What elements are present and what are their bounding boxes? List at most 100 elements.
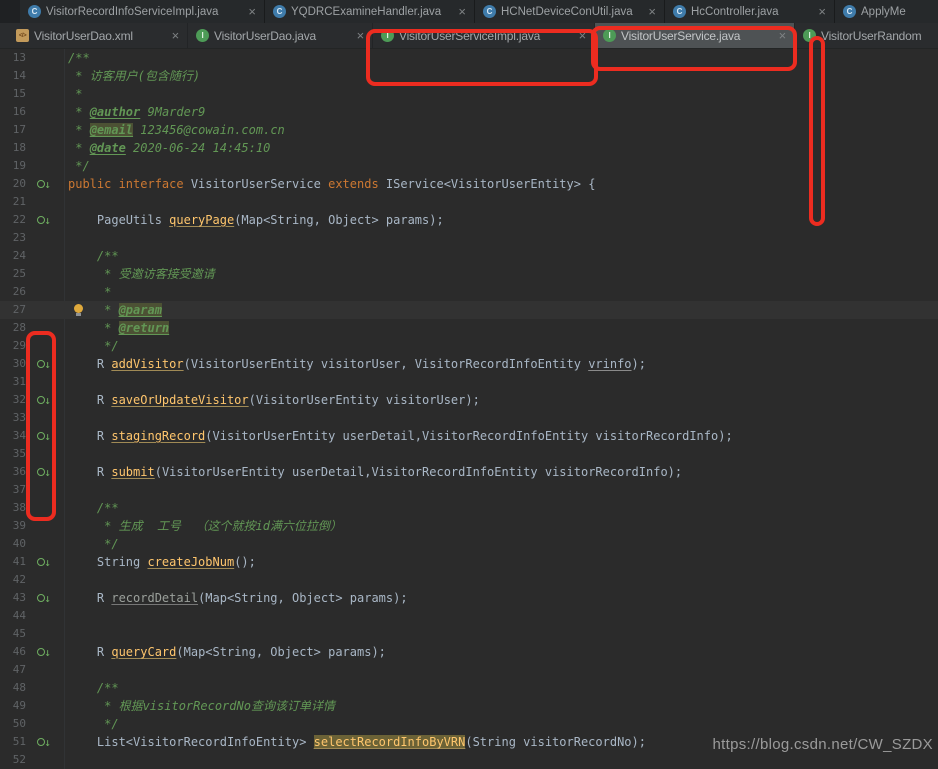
line-number: 23 bbox=[0, 229, 26, 247]
java-interface-icon: I bbox=[196, 29, 209, 42]
code-token: 123456@cowain.com.cn bbox=[133, 123, 285, 137]
code-line: 36↓ R submit(VisitorUserEntity userDetai… bbox=[0, 463, 938, 481]
code-token: * bbox=[68, 141, 90, 155]
implemented-marker-icon[interactable]: ↓ bbox=[37, 737, 51, 748]
gutter-cell: ↓ bbox=[26, 733, 62, 751]
code-text: * @author 9Marder9 bbox=[68, 103, 205, 121]
gutter-cell bbox=[26, 139, 62, 157]
code-token: /** bbox=[68, 51, 90, 65]
code-token: @author bbox=[90, 105, 141, 119]
implemented-marker-icon[interactable]: ↓ bbox=[37, 215, 51, 226]
code-token: * 受邀访客接受邀请 bbox=[68, 267, 215, 281]
editor-tab[interactable]: IVisitorUserService.java× bbox=[595, 23, 795, 48]
code-line: 19 */ bbox=[0, 157, 938, 175]
code-token: */ bbox=[68, 717, 119, 731]
tab-label: HcController.java bbox=[691, 6, 779, 18]
code-token: R bbox=[68, 357, 111, 371]
line-number: 33 bbox=[0, 409, 26, 427]
code-token: * bbox=[68, 285, 111, 299]
implemented-marker-icon[interactable]: ↓ bbox=[37, 395, 51, 406]
code-text: R saveOrUpdateVisitor(VisitorUserEntity … bbox=[68, 391, 480, 409]
line-number: 34 bbox=[0, 427, 26, 445]
gutter-cell bbox=[26, 49, 62, 67]
line-number: 19 bbox=[0, 157, 26, 175]
implemented-marker-icon[interactable]: ↓ bbox=[37, 359, 51, 370]
editor-tab[interactable]: CApplyMe× bbox=[835, 0, 938, 23]
line-number: 25 bbox=[0, 265, 26, 283]
implemented-marker-icon[interactable]: ↓ bbox=[37, 647, 51, 658]
gutter-cell bbox=[26, 607, 62, 625]
code-text: /** bbox=[68, 679, 119, 697]
tab-close-icon[interactable]: × bbox=[644, 5, 656, 18]
editor-tab[interactable]: IVisitorUserDao.java× bbox=[188, 23, 373, 48]
line-number: 27 bbox=[0, 301, 26, 319]
implemented-marker-arrow: ↓ bbox=[44, 593, 51, 604]
gutter-cell bbox=[26, 661, 62, 679]
code-token: @return bbox=[119, 321, 170, 335]
tab-close-icon[interactable]: × bbox=[775, 29, 786, 42]
editor-tab[interactable]: IVisitorUserServiceImpl.java× bbox=[373, 23, 595, 48]
editor-tab[interactable]: CYQDRCExamineHandler.java× bbox=[265, 0, 475, 23]
implemented-marker-icon[interactable]: ↓ bbox=[37, 179, 51, 190]
intention-bulb-icon[interactable] bbox=[74, 304, 83, 313]
implemented-marker-icon[interactable]: ↓ bbox=[37, 593, 51, 604]
line-number: 50 bbox=[0, 715, 26, 733]
code-line: 44 bbox=[0, 607, 938, 625]
code-text: * bbox=[68, 283, 111, 301]
gutter-cell: ↓ bbox=[26, 355, 62, 373]
line-number: 43 bbox=[0, 589, 26, 607]
implemented-marker-icon[interactable]: ↓ bbox=[37, 467, 51, 478]
java-class-icon: C bbox=[843, 5, 856, 18]
editor-tab[interactable]: CHCNetDeviceConUtil.java× bbox=[475, 0, 665, 23]
editor-tab[interactable]: IVisitorUserRandom bbox=[795, 23, 938, 48]
code-line: 45 bbox=[0, 625, 938, 643]
tab-close-icon[interactable]: × bbox=[244, 5, 256, 18]
java-class-icon: C bbox=[28, 5, 41, 18]
implemented-marker-icon[interactable]: ↓ bbox=[37, 431, 51, 442]
code-line: 13/** bbox=[0, 49, 938, 67]
code-line: 34↓ R stagingRecord(VisitorUserEntity us… bbox=[0, 427, 938, 445]
tab-close-icon[interactable]: × bbox=[454, 5, 466, 18]
code-token: 2020-06-24 14:45:10 bbox=[126, 141, 271, 155]
code-token: queryPage bbox=[169, 213, 234, 227]
editor-tab[interactable]: CVisitorRecordInfoServiceImpl.java× bbox=[20, 0, 265, 23]
code-token: ); bbox=[632, 357, 646, 371]
code-editor[interactable]: 13/**14 * 访客用户(包含随行)15 *16 * @author 9Ma… bbox=[0, 49, 938, 769]
editor-tab[interactable]: CHcController.java× bbox=[665, 0, 835, 23]
code-token: PageUtils bbox=[68, 213, 169, 227]
line-number: 49 bbox=[0, 697, 26, 715]
java-class-icon: C bbox=[483, 5, 496, 18]
xml-file-icon: </> bbox=[16, 29, 29, 42]
code-token: */ bbox=[68, 537, 119, 551]
line-number: 52 bbox=[0, 751, 26, 769]
tab-label: VisitorUserServiceImpl.java bbox=[399, 29, 540, 43]
code-token: R bbox=[68, 591, 111, 605]
tab-close-icon[interactable]: × bbox=[814, 5, 826, 18]
gutter-cell bbox=[26, 715, 62, 733]
code-line: 23 bbox=[0, 229, 938, 247]
code-line: 17 * @email 123456@cowain.com.cn bbox=[0, 121, 938, 139]
code-token: /** bbox=[68, 681, 119, 695]
gutter-cell: ↓ bbox=[26, 643, 62, 661]
code-line: 47 bbox=[0, 661, 938, 679]
tab-close-icon[interactable]: × bbox=[353, 29, 364, 42]
line-number: 18 bbox=[0, 139, 26, 157]
code-line: 14 * 访客用户(包含随行) bbox=[0, 67, 938, 85]
gutter-cell: ↓ bbox=[26, 553, 62, 571]
editor-tab[interactable]: </>VisitorUserDao.xml× bbox=[8, 23, 188, 48]
line-number: 51 bbox=[0, 733, 26, 751]
code-text: R queryCard(Map<String, Object> params); bbox=[68, 643, 386, 661]
code-line: 43 ↓ R recordDetail(Map<String, Object> p… bbox=[0, 589, 938, 607]
code-line: 28 * @return bbox=[0, 319, 938, 337]
code-token: IService<VisitorUserEntity> { bbox=[386, 177, 596, 191]
code-line: 25 * 受邀访客接受邀请 bbox=[0, 265, 938, 283]
implemented-marker-icon[interactable]: ↓ bbox=[37, 557, 51, 568]
line-number: 31 bbox=[0, 373, 26, 391]
tab-close-icon[interactable]: × bbox=[168, 29, 179, 42]
code-token: * 访客用户(包含随行) bbox=[68, 69, 200, 83]
code-text: * 受邀访客接受邀请 bbox=[68, 265, 215, 283]
code-line: 49 * 根据visitorRecordNo查询该订单详情 bbox=[0, 697, 938, 715]
code-text: R recordDetail(Map<String, Object> param… bbox=[68, 589, 408, 607]
tab-close-icon[interactable]: × bbox=[575, 29, 586, 42]
code-text: * @date 2020-06-24 14:45:10 bbox=[68, 139, 270, 157]
